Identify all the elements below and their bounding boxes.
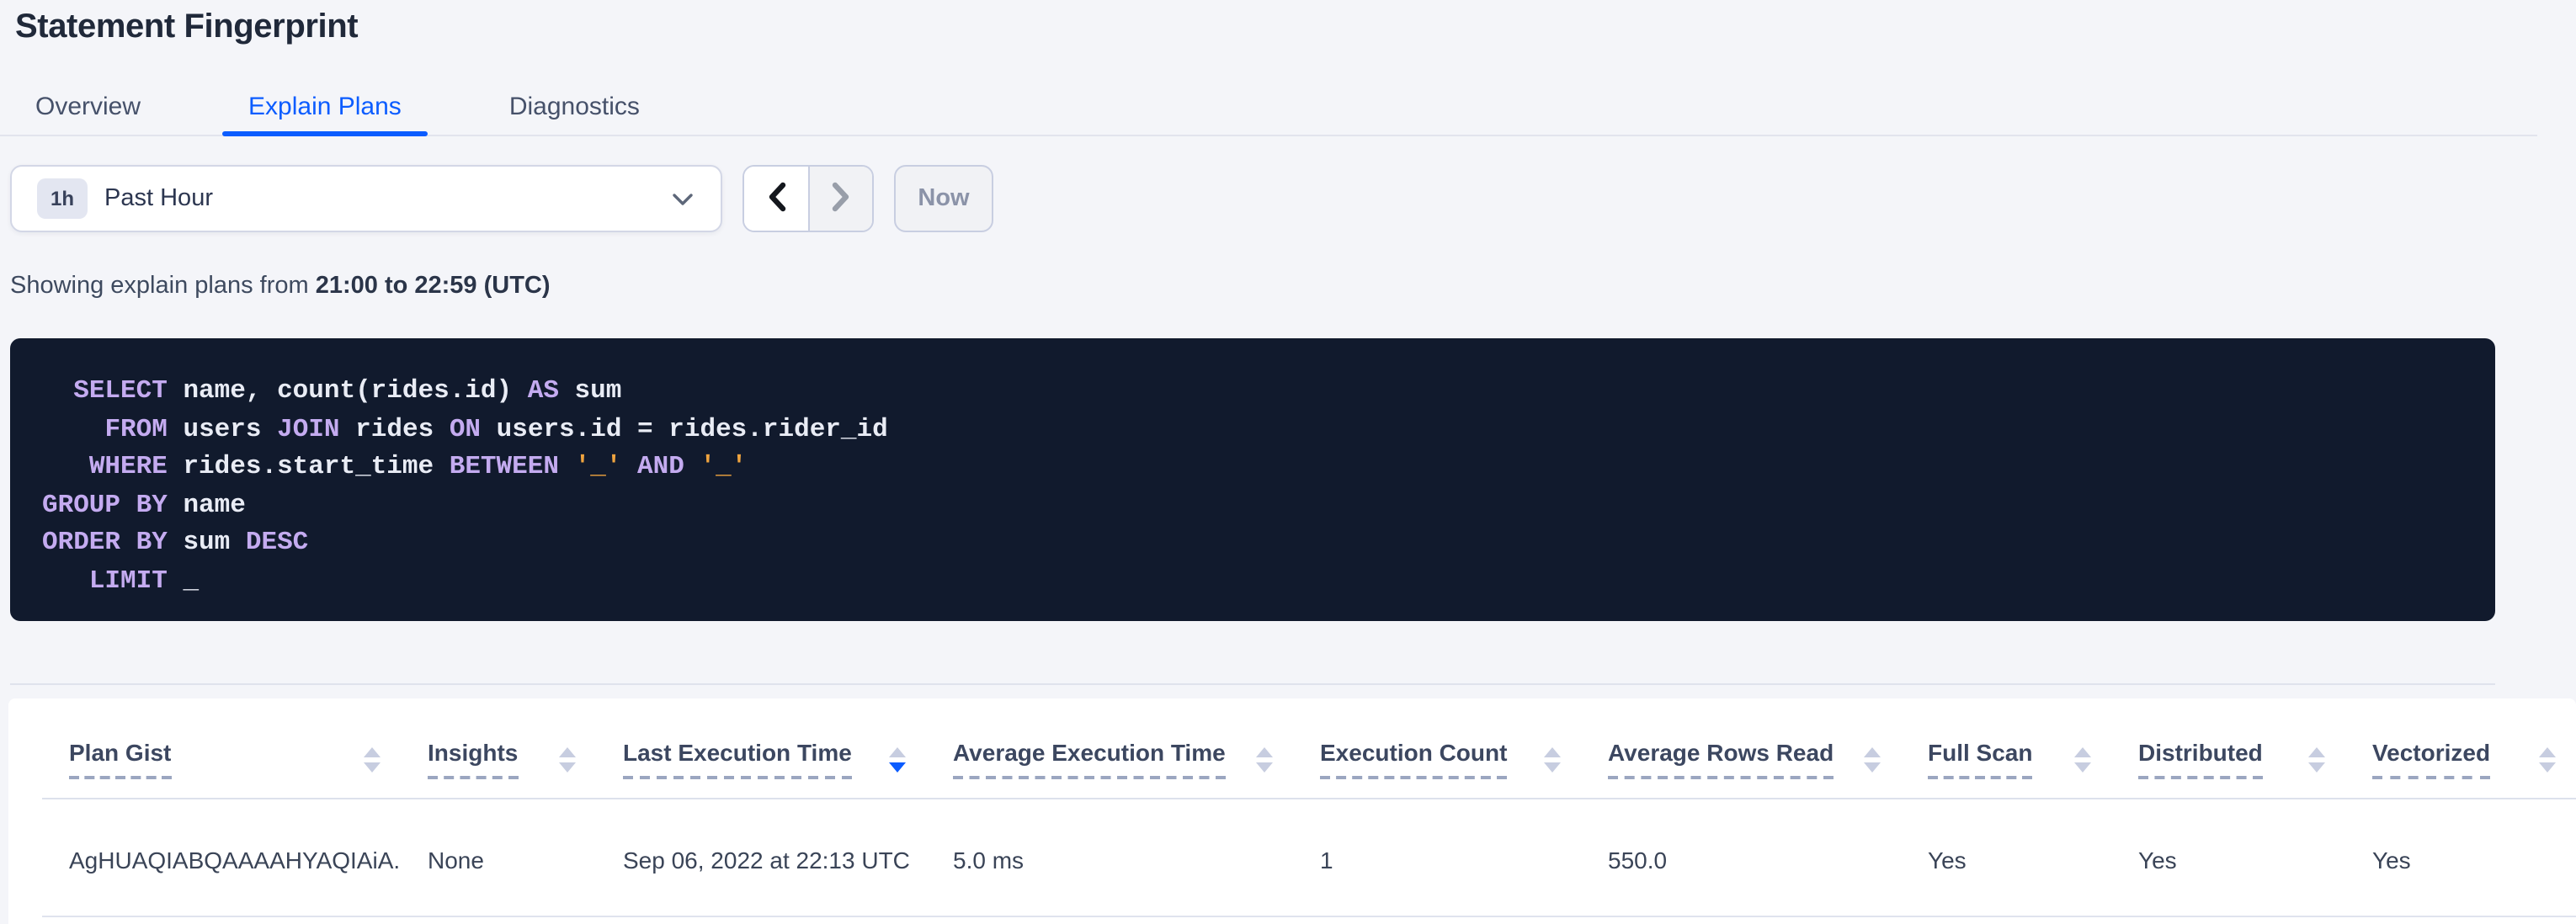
cell-vectorized: Yes bbox=[2345, 799, 2576, 916]
column-header-vectorized[interactable]: Vectorized bbox=[2345, 698, 2576, 799]
column-header-average-rows-read[interactable]: Average Rows Read bbox=[1581, 698, 1901, 799]
cell-insights: None bbox=[401, 799, 596, 916]
tab-diagnostics[interactable]: Diagnostics bbox=[482, 81, 667, 135]
sql-line: LIMIT _ bbox=[42, 561, 2495, 599]
sql-line: SELECT name, count(rides.id) AS sum bbox=[42, 372, 2495, 410]
cell-execution-count: 1 bbox=[1293, 799, 1581, 916]
sort-caret-icon bbox=[2308, 746, 2325, 772]
sort-caret-icon bbox=[2539, 746, 2556, 772]
sql-line: WHERE rides.start_time BETWEEN '_' AND '… bbox=[42, 448, 2495, 486]
time-range-label: Past Hour bbox=[104, 185, 213, 212]
time-next-button[interactable] bbox=[808, 167, 872, 231]
sort-caret-icon bbox=[1256, 746, 1273, 772]
column-header-distributed[interactable]: Distributed bbox=[2111, 698, 2345, 799]
cell-full-scan: Yes bbox=[1901, 799, 2111, 916]
sql-statement-box: SELECT name, count(rides.id) AS sum FROM… bbox=[10, 338, 2495, 621]
sort-caret-icon bbox=[2074, 746, 2091, 772]
plans-table-wrap: Plan Gist Insights Last Execution Time Aver… bbox=[42, 698, 2576, 917]
plans-table-card: Plan Gist Insights Last Execution Time Aver… bbox=[8, 698, 2576, 924]
sort-caret-icon bbox=[559, 746, 576, 772]
column-header-full-scan[interactable]: Full Scan bbox=[1901, 698, 2111, 799]
sort-caret-icon bbox=[1864, 746, 1881, 772]
section-divider bbox=[10, 683, 2495, 685]
summary-prefix: Showing explain plans from bbox=[10, 273, 316, 300]
column-label: Full Scan bbox=[1928, 739, 2032, 779]
time-range-badge: 1h bbox=[37, 178, 88, 219]
chevron-right-icon bbox=[830, 181, 852, 216]
tab-overview[interactable]: Overview bbox=[8, 81, 168, 135]
column-label: Last Execution Time bbox=[623, 739, 852, 779]
sort-caret-icon bbox=[1544, 746, 1561, 772]
column-header-average-execution-time[interactable]: Average Execution Time bbox=[926, 698, 1293, 799]
table-row: AgHUAQIABQAAAAHYAQIAiA...NoneSep 06, 202… bbox=[42, 799, 2576, 916]
sort-caret-icon bbox=[364, 746, 381, 772]
statement-fingerprint-page: Statement Fingerprint Overview Explain P… bbox=[0, 0, 2576, 924]
column-label: Execution Count bbox=[1320, 739, 1507, 779]
chevron-left-icon bbox=[765, 181, 787, 216]
column-header-last-execution-time[interactable]: Last Execution Time bbox=[596, 698, 926, 799]
summary-text: Showing explain plans from 21:00 to 22:5… bbox=[10, 273, 551, 301]
column-header-execution-count[interactable]: Execution Count bbox=[1293, 698, 1581, 799]
tab-explain-plans[interactable]: Explain Plans bbox=[221, 81, 428, 135]
time-nav-group bbox=[742, 165, 874, 232]
tab-bar: Overview Explain Plans Diagnostics bbox=[0, 81, 2537, 136]
time-prev-button[interactable] bbox=[744, 167, 808, 231]
column-label: Vectorized bbox=[2372, 739, 2490, 779]
sort-caret-icon bbox=[889, 746, 906, 772]
cell-distributed: Yes bbox=[2111, 799, 2345, 916]
sql-line: ORDER BY sum DESC bbox=[42, 523, 2495, 561]
plans-table: Plan Gist Insights Last Execution Time Aver… bbox=[42, 698, 2576, 917]
sql-line: FROM users JOIN rides ON users.id = ride… bbox=[42, 410, 2495, 448]
sql-line: GROUP BY name bbox=[42, 486, 2495, 523]
cell-plan-gist[interactable]: AgHUAQIABQAAAAHYAQIAiA... bbox=[42, 799, 401, 916]
column-label: Plan Gist bbox=[69, 739, 171, 779]
column-header-plan-gist[interactable]: Plan Gist bbox=[42, 698, 401, 799]
summary-range: 21:00 to 22:59 (UTC) bbox=[316, 273, 551, 300]
cell-average-rows-read: 550.0 bbox=[1581, 799, 1901, 916]
time-toolbar: 1h Past Hour Now bbox=[10, 165, 993, 232]
column-label: Average Execution Time bbox=[953, 739, 1226, 779]
cell-average-execution-time: 5.0 ms bbox=[926, 799, 1293, 916]
chevron-down-icon bbox=[672, 191, 694, 206]
column-header-insights[interactable]: Insights bbox=[401, 698, 596, 799]
column-label: Distributed bbox=[2138, 739, 2263, 779]
column-label: Insights bbox=[428, 739, 518, 779]
time-range-dropdown[interactable]: 1h Past Hour bbox=[10, 165, 722, 232]
now-button[interactable]: Now bbox=[894, 165, 993, 232]
column-label: Average Rows Read bbox=[1608, 739, 1834, 779]
cell-last-execution-time: Sep 06, 2022 at 22:13 UTC bbox=[596, 799, 926, 916]
page-title: Statement Fingerprint bbox=[15, 8, 358, 47]
